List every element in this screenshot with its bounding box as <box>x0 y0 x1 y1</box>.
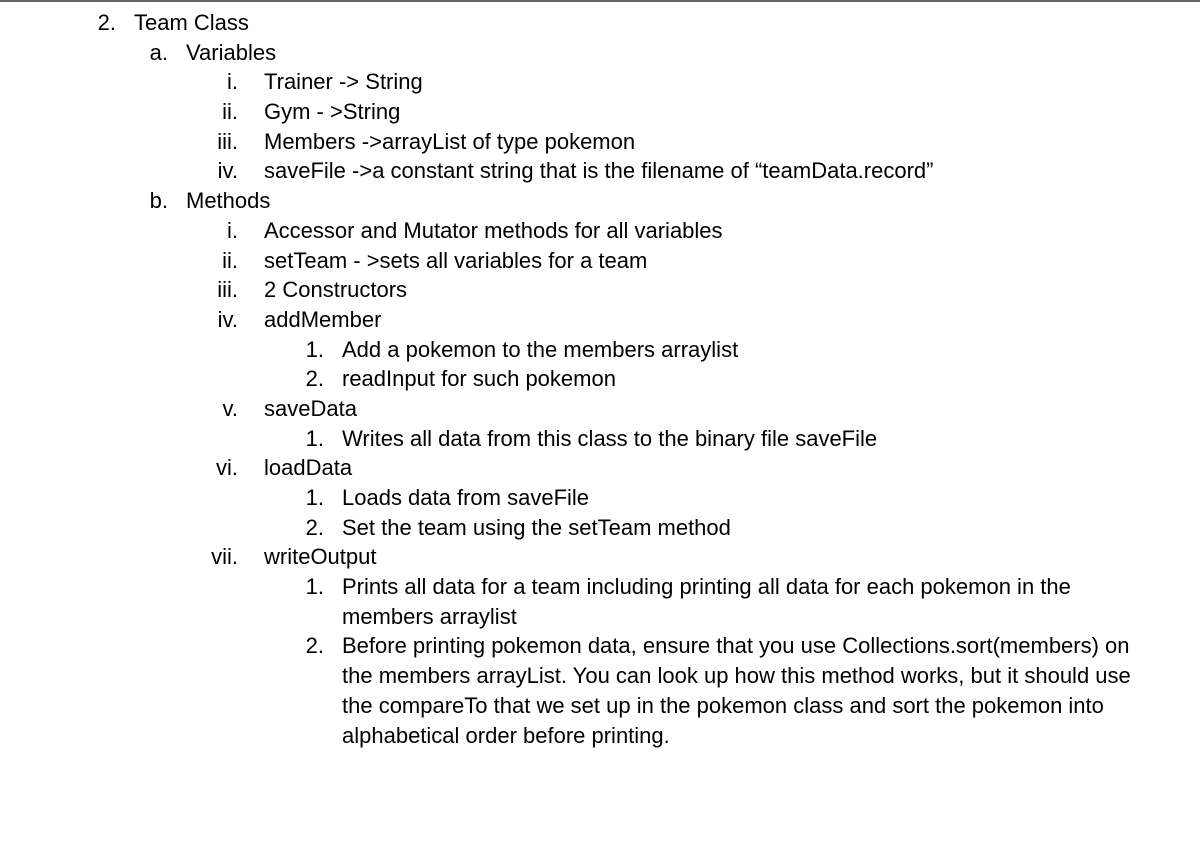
ordinal-l3: ii. <box>186 246 264 276</box>
outline-l4-item: 2. readInput for such pokemon <box>264 364 1140 394</box>
text-l3: Trainer -> String <box>264 67 1140 97</box>
ordinal-l3: iv. <box>186 156 264 186</box>
outline-l1-item: 2. Team Class <box>82 8 1140 38</box>
text-l3: Members ->arrayList of type pokemon <box>264 127 1140 157</box>
ordinal-l3: iv. <box>186 305 264 335</box>
outline-l2-item: b. Methods <box>134 186 1140 216</box>
text-l3: Gym - >String <box>264 97 1140 127</box>
outline-l3-item: iii. 2 Constructors <box>186 275 1140 305</box>
ordinal-l4: 1. <box>264 424 342 454</box>
text-l4: Before printing pokemon data, ensure tha… <box>342 631 1140 750</box>
text-l3: saveFile ->a constant string that is the… <box>264 156 1140 186</box>
text-l4: readInput for such pokemon <box>342 364 1140 394</box>
ordinal-l3: ii. <box>186 97 264 127</box>
text-l3: Accessor and Mutator methods for all var… <box>264 216 1140 246</box>
outline-l4-item: 2. Before printing pokemon data, ensure … <box>264 631 1140 750</box>
text-l3: writeOutput <box>264 542 1140 572</box>
text-l3: saveData <box>264 394 1140 424</box>
ordinal-l2: b. <box>134 186 186 216</box>
ordinal-l4: 1. <box>264 335 342 365</box>
outline-l3-item: ii. setTeam - >sets all variables for a … <box>186 246 1140 276</box>
ordinal-l3: i. <box>186 67 264 97</box>
top-divider <box>0 0 1200 2</box>
text-l3: setTeam - >sets all variables for a team <box>264 246 1140 276</box>
outline-l4-item: 1. Loads data from saveFile <box>264 483 1140 513</box>
outline-l3-item: i. Accessor and Mutator methods for all … <box>186 216 1140 246</box>
text-l4: Loads data from saveFile <box>342 483 1140 513</box>
document-content: 2. Team Class a. Variables i. Trainer ->… <box>0 8 1200 750</box>
ordinal-l3: iii. <box>186 127 264 157</box>
outline-l3-item: vii. writeOutput <box>186 542 1140 572</box>
ordinal-l4: 1. <box>264 572 342 602</box>
outline-l3-item: vi. loadData <box>186 453 1140 483</box>
text-l4: Add a pokemon to the members arraylist <box>342 335 1140 365</box>
outline-l4-item: 2. Set the team using the setTeam method <box>264 513 1140 543</box>
ordinal-l3: i. <box>186 216 264 246</box>
ordinal-l1: 2. <box>82 8 134 38</box>
text-l3: 2 Constructors <box>264 275 1140 305</box>
outline-l4-item: 1. Writes all data from this class to th… <box>264 424 1140 454</box>
text-l2: Methods <box>186 186 1140 216</box>
ordinal-l4: 2. <box>264 631 342 661</box>
ordinal-l4: 1. <box>264 483 342 513</box>
text-l4: Prints all data for a team including pri… <box>342 572 1140 631</box>
text-l3: addMember <box>264 305 1140 335</box>
outline-l3-item: ii. Gym - >String <box>186 97 1140 127</box>
text-l2: Variables <box>186 38 1140 68</box>
ordinal-l3: iii. <box>186 275 264 305</box>
ordinal-l2: a. <box>134 38 186 68</box>
ordinal-l3: vii. <box>186 542 264 572</box>
text-l4: Writes all data from this class to the b… <box>342 424 1140 454</box>
text-l1: Team Class <box>134 8 1140 38</box>
outline-l3-item: iv. saveFile ->a constant string that is… <box>186 156 1140 186</box>
ordinal-l3: v. <box>186 394 264 424</box>
text-l4: Set the team using the setTeam method <box>342 513 1140 543</box>
outline-l3-item: iii. Members ->arrayList of type pokemon <box>186 127 1140 157</box>
outline-l3-item: i. Trainer -> String <box>186 67 1140 97</box>
outline-l3-item: v. saveData <box>186 394 1140 424</box>
text-l3: loadData <box>264 453 1140 483</box>
outline-l4-item: 1. Add a pokemon to the members arraylis… <box>264 335 1140 365</box>
outline-l4-item: 1. Prints all data for a team including … <box>264 572 1140 631</box>
ordinal-l4: 2. <box>264 364 342 394</box>
ordinal-l3: vi. <box>186 453 264 483</box>
outline-l3-item: iv. addMember <box>186 305 1140 335</box>
outline-l2-item: a. Variables <box>134 38 1140 68</box>
ordinal-l4: 2. <box>264 513 342 543</box>
